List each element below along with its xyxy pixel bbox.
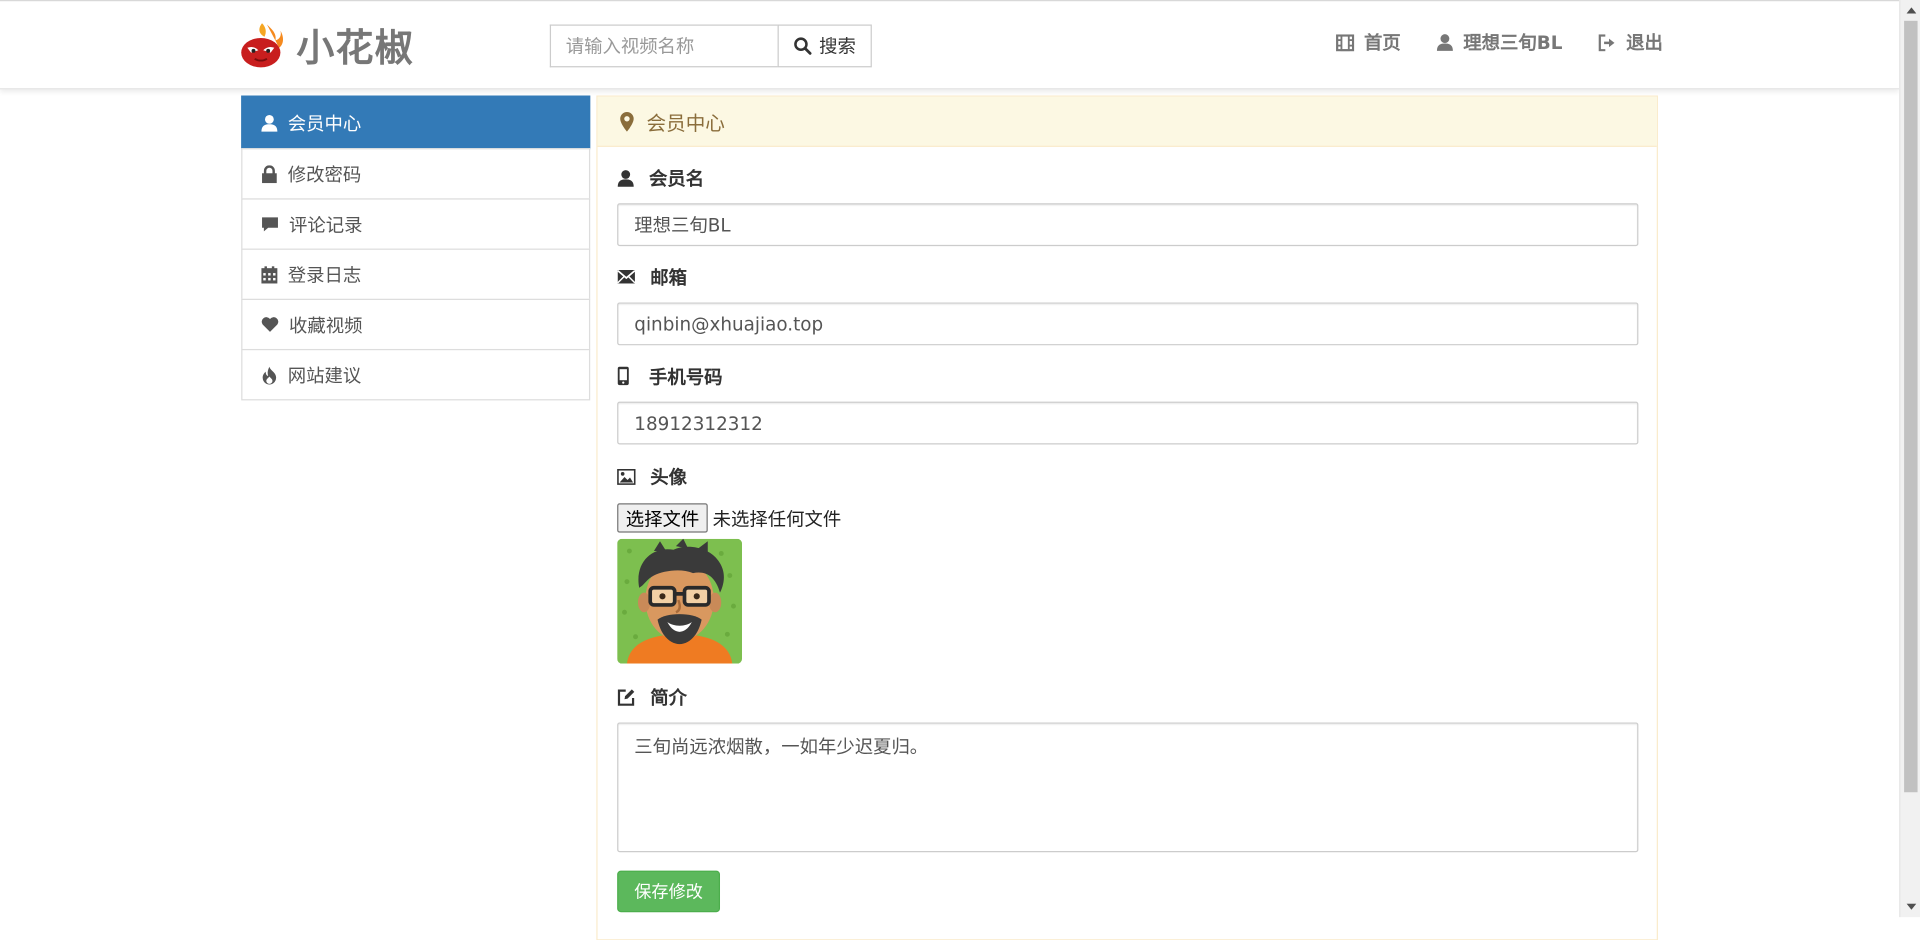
user-icon	[261, 114, 278, 132]
nav-user-link[interactable]: 理想三旬BL	[1436, 29, 1562, 55]
phone-label: 手机号码	[617, 364, 1637, 388]
sidebar-item-label: 修改密码	[287, 163, 362, 186]
fire-icon	[262, 366, 277, 384]
bio-label-text: 简介	[650, 686, 687, 709]
brand-name: 小花椒	[296, 26, 414, 72]
sidebar-item-favorites[interactable]: 收藏视频	[241, 298, 591, 351]
film-icon	[1336, 33, 1355, 51]
nav-links: 首页 理想三旬BL 退出	[1300, 29, 1663, 55]
sidebar-item-label: 收藏视频	[288, 314, 363, 337]
username-label: 会员名	[617, 165, 1637, 189]
scroll-down-arrow-icon[interactable]	[1900, 896, 1920, 917]
search-bar: 搜索	[549, 24, 872, 68]
avatar	[617, 538, 743, 664]
nav-logout-label: 退出	[1626, 31, 1663, 54]
sidebar-item-label: 登录日志	[287, 263, 362, 286]
file-status-text: 未选择任何文件	[712, 507, 842, 530]
phone-icon	[617, 366, 629, 386]
choose-file-button[interactable]: 选择文件	[617, 503, 708, 533]
nav-home-label: 首页	[1364, 31, 1401, 54]
pepper-logo-icon	[241, 22, 284, 67]
sidebar-item-suggestions[interactable]: 网站建议	[241, 348, 591, 401]
search-icon	[794, 37, 812, 55]
phone-field[interactable]	[617, 401, 1639, 445]
picture-icon	[617, 468, 636, 485]
avatar-label-text: 头像	[650, 465, 687, 488]
panel-title: 会员中心	[646, 111, 725, 135]
email-label: 邮箱	[617, 264, 1637, 288]
sidebar-item-member-center[interactable]: 会员中心	[241, 95, 591, 150]
panel-heading: 会员中心	[597, 96, 1657, 147]
avatar-image	[617, 538, 743, 664]
username-label-text: 会员名	[648, 167, 705, 190]
profile-form: 会员名 邮箱 手机号码	[598, 165, 1657, 913]
top-navbar: 小花椒 搜索 首页	[0, 0, 1900, 90]
sidebar-item-label: 评论记录	[288, 213, 363, 236]
search-input[interactable]	[549, 24, 778, 68]
save-button[interactable]: 保存修改	[617, 870, 721, 913]
edit-icon	[617, 688, 635, 706]
search-button[interactable]: 搜索	[777, 24, 872, 68]
sidebar-item-comments[interactable]: 评论记录	[241, 198, 591, 250]
bio-textarea[interactable]: 三旬尚远浓烟散，一如年少迟夏归。	[617, 722, 1639, 853]
brand[interactable]: 小花椒	[240, 17, 414, 72]
sidebar-item-login-log[interactable]: 登录日志	[241, 248, 591, 301]
member-center-panel: 会员中心 会员名 邮箱	[596, 95, 1658, 940]
sidebar-item-change-password[interactable]: 修改密码	[241, 148, 591, 200]
email-field[interactable]	[617, 302, 1639, 346]
bio-label: 简介	[617, 684, 1637, 708]
sidebar-item-label: 会员中心	[287, 112, 362, 135]
user-icon	[617, 169, 634, 187]
vertical-scrollbar[interactable]	[1899, 0, 1920, 918]
phone-label-text: 手机号码	[648, 365, 723, 388]
nav-user-label: 理想三旬BL	[1463, 31, 1563, 54]
avatar-file-picker: 选择文件 未选择任何文件	[617, 503, 1637, 533]
nav-home-link[interactable]: 首页	[1336, 29, 1401, 55]
email-label-text: 邮箱	[650, 266, 687, 289]
sidebar-item-label: 网站建议	[287, 364, 362, 387]
comment-icon	[262, 217, 278, 232]
lock-icon	[262, 164, 277, 183]
avatar-label: 头像	[617, 464, 1637, 488]
logout-icon	[1598, 33, 1615, 51]
scroll-up-arrow-icon[interactable]	[1900, 0, 1920, 21]
user-icon	[1436, 34, 1453, 51]
sidebar: 会员中心 修改密码 评论记录 登录日志 收藏视频 网站建议	[241, 95, 591, 401]
calendar-icon	[261, 265, 278, 283]
scrollbar-thumb[interactable]	[1904, 20, 1918, 793]
heart-icon	[261, 317, 279, 332]
search-button-label: 搜索	[819, 35, 856, 58]
envelope-icon	[617, 269, 636, 284]
nav-logout-link[interactable]: 退出	[1598, 29, 1663, 55]
username-field[interactable]	[617, 203, 1639, 247]
map-marker-icon	[620, 111, 634, 132]
